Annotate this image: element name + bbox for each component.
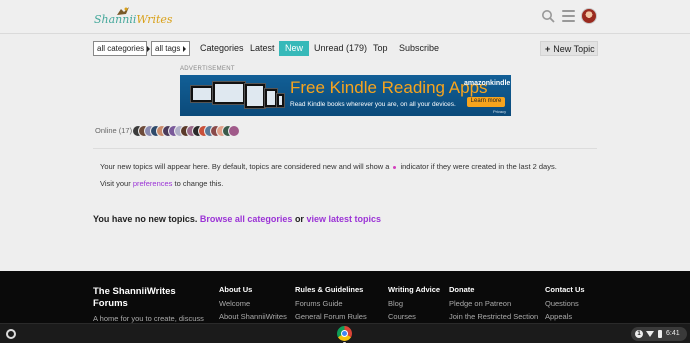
site-footer: The ShanniiWrites Forums A home for you … — [0, 271, 690, 323]
empty-state-message: You have no new topics. Browse all categ… — [93, 214, 381, 224]
tab-latest[interactable]: Latest — [250, 41, 275, 56]
caret-right-icon — [147, 45, 151, 52]
footer-link-questions[interactable]: Questions — [545, 299, 585, 308]
footer-column-about: About Us Welcome About ShanniiWrites — [219, 285, 287, 323]
footer-link-courses[interactable]: Courses — [388, 312, 440, 321]
logo-text: ShanniiWrites — [94, 13, 173, 26]
preferences-text-part2: to change this. — [174, 179, 224, 188]
tags-dropdown-label: all tags — [155, 44, 181, 53]
tab-new[interactable]: New — [279, 41, 310, 56]
footer-column-donate: Donate Pledge on Patreon Join the Restri… — [449, 285, 538, 323]
preferences-info: Visit your preferences to change this. — [100, 179, 223, 188]
site-logo[interactable]: ShanniiWrites — [94, 6, 173, 30]
view-latest-topics-link[interactable]: view latest topics — [306, 214, 381, 224]
footer-column-contact: Contact Us Questions Appeals — [545, 285, 585, 323]
battery-icon — [658, 330, 662, 338]
footer-link-forums-guide[interactable]: Forums Guide — [295, 299, 367, 308]
notification-badge: 1 — [635, 330, 643, 338]
online-count-label: Online (17): — [95, 126, 135, 135]
browse-all-categories-link[interactable]: Browse all categories — [200, 214, 293, 224]
wifi-icon — [646, 331, 654, 337]
info-text-part1: Your new topics will appear here. By def… — [100, 162, 390, 171]
clock-time: 6:41 — [666, 330, 680, 337]
new-topic-button[interactable]: + New Topic — [540, 41, 598, 56]
hamburger-menu-icon[interactable] — [562, 10, 575, 22]
os-shelf: 1 6:41 — [0, 323, 690, 343]
footer-link-forum-rules[interactable]: General Forum Rules — [295, 312, 367, 321]
footer-heading-writing: Writing Advice — [388, 285, 441, 294]
footer-link-about[interactable]: About ShanniiWrites — [219, 312, 287, 321]
footer-column-writing: Writing Advice Blog Courses — [388, 285, 440, 323]
footer-heading-contact: Contact Us — [545, 285, 585, 294]
tab-unread[interactable]: Unread (179) — [314, 41, 367, 56]
advertisement-banner[interactable]: Free Kindle Reading Apps Read Kindle boo… — [180, 75, 511, 116]
launcher-icon[interactable] — [6, 329, 16, 339]
new-topics-info: Your new topics will appear here. By def… — [100, 162, 557, 171]
ad-label: ADVERTISEMENT — [180, 66, 235, 72]
content-divider — [93, 148, 597, 149]
amazon-kindle-logo: amazonkindle — [464, 80, 511, 87]
or-text: or — [294, 214, 304, 224]
footer-link-welcome[interactable]: Welcome — [219, 299, 287, 308]
plus-icon: + — [545, 44, 551, 54]
footer-column-rules: Rules & Guidelines Forums Guide General … — [295, 285, 367, 323]
footer-link-blog[interactable]: Blog — [388, 299, 440, 308]
tab-categories[interactable]: Categories — [200, 41, 244, 56]
preferences-text-part1: Visit your — [100, 179, 131, 188]
no-new-topics-text: You have no new topics. — [93, 214, 198, 224]
status-tray[interactable]: 1 6:41 — [631, 327, 687, 341]
ad-privacy-link[interactable]: Privacy — [493, 109, 506, 114]
user-avatar[interactable] — [581, 8, 597, 24]
online-avatars — [132, 125, 247, 137]
devices-illustration — [190, 79, 290, 113]
footer-link-patreon[interactable]: Pledge on Patreon — [449, 299, 538, 308]
preferences-link[interactable]: preferences — [133, 179, 173, 188]
ad-learn-more-button[interactable]: Learn more — [467, 97, 505, 107]
search-icon[interactable] — [541, 9, 555, 23]
ad-subtitle: Read Kindle books wherever you are, on a… — [290, 101, 456, 108]
categories-dropdown[interactable]: all categories — [93, 41, 151, 56]
footer-title: The ShanniiWrites Forums — [93, 286, 176, 309]
tab-top[interactable]: Top — [373, 41, 388, 56]
info-text-part2: indicator if they were created in the la… — [400, 162, 557, 171]
tab-subscribe[interactable]: Subscribe — [399, 41, 439, 56]
footer-link-restricted-section[interactable]: Join the Restricted Section — [449, 312, 538, 321]
ad-title: Free Kindle Reading Apps — [290, 78, 488, 97]
online-user-avatar[interactable] — [228, 125, 240, 137]
footer-heading-rules: Rules & Guidelines — [295, 285, 364, 294]
new-indicator-dot-icon — [393, 165, 397, 169]
footer-heading-about: About Us — [219, 285, 253, 294]
chrome-icon[interactable] — [337, 326, 352, 341]
footer-heading-donate: Donate — [449, 285, 475, 294]
tags-dropdown[interactable]: all tags — [151, 41, 190, 56]
footer-link-appeals[interactable]: Appeals — [545, 312, 585, 321]
categories-dropdown-label: all categories — [97, 44, 145, 53]
site-header: ShanniiWrites — [0, 0, 690, 34]
caret-right-icon — [183, 45, 187, 52]
footer-description: A home for you to create, discuss — [93, 314, 204, 323]
new-topic-label: New Topic — [553, 44, 595, 54]
